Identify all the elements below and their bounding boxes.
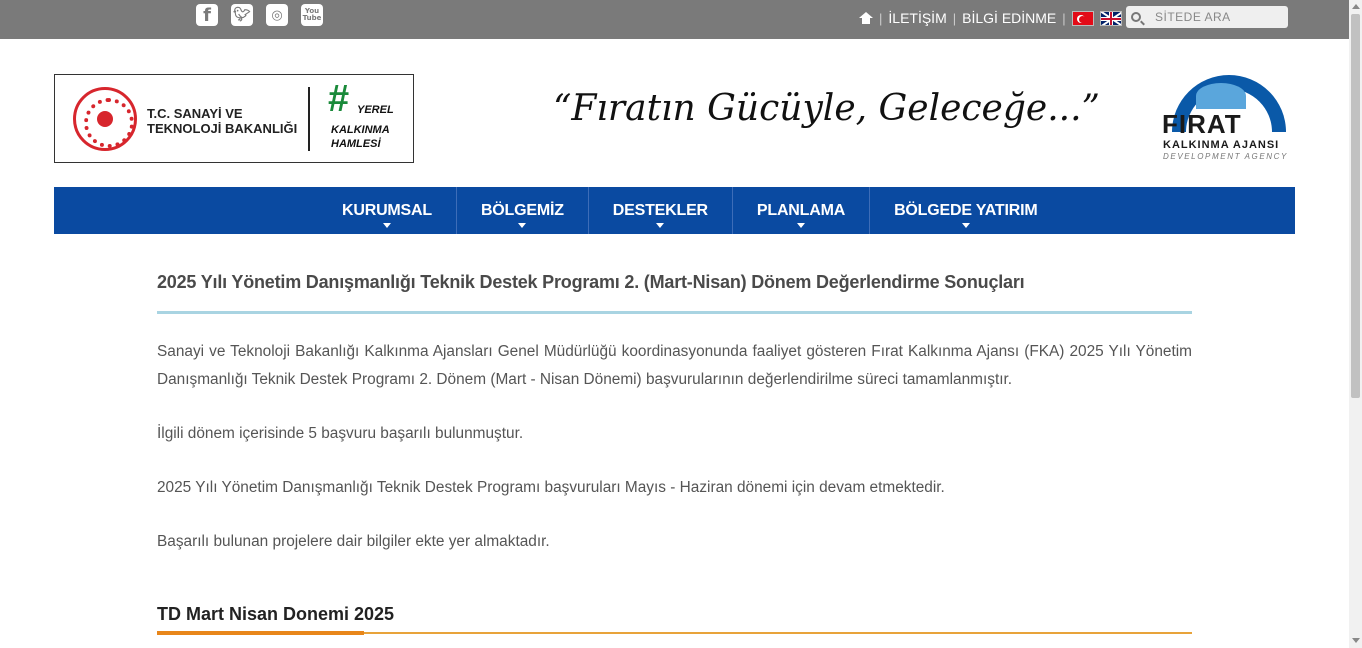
article-content: 2025 Yılı Yönetim Danışmanlığı Teknik De…: [157, 265, 1192, 635]
separator: |: [879, 10, 883, 26]
separator: |: [952, 10, 957, 26]
agency-name: FIRAT: [1162, 109, 1242, 139]
scroll-thumb[interactable]: [1351, 14, 1360, 398]
scroll-down-arrow-icon[interactable]: [1352, 638, 1360, 643]
chevron-down-icon: [961, 223, 970, 228]
facebook-icon[interactable]: f: [196, 4, 218, 26]
logo-divider: [308, 87, 310, 151]
chevron-down-icon: [796, 223, 805, 228]
page-title: 2025 Yılı Yönetim Danışmanlığı Teknik De…: [157, 272, 1025, 292]
nav-item-bolgemiz[interactable]: BÖLGEMİZ: [457, 187, 589, 234]
top-bar: f 🐦︎ ◎ You Tube | İLETİŞİM | BİLGİ EDİNME…: [0, 0, 1349, 39]
nav-item-planlama[interactable]: PLANLAMA: [733, 187, 871, 234]
campaign-name: YEREL KALKINMA HAMLESİ: [331, 104, 394, 150]
nav-item-bolgede-yatirim[interactable]: BÖLGEDE YATIRIM: [870, 187, 1061, 234]
article-paragraph: İlgili dönem içerisinde 5 başvuru başarı…: [157, 425, 524, 442]
article-paragraph: 2025 Yılı Yönetim Danışmanlığı Teknik De…: [157, 479, 945, 496]
youtube-icon[interactable]: You Tube: [301, 4, 323, 26]
site-search: [1126, 6, 1288, 28]
nav-item-destekler[interactable]: DESTEKLER: [589, 187, 733, 234]
contact-link[interactable]: İLETİŞİM: [888, 10, 946, 26]
turkish-flag-icon[interactable]: [1071, 10, 1094, 26]
top-links: | İLETİŞİM | BİLGİ EDİNME |: [859, 8, 1122, 28]
title-divider: [157, 311, 1192, 314]
home-icon[interactable]: [859, 12, 873, 24]
attachment-section-title: TD Mart Nisan Donemi 2025: [157, 604, 395, 624]
english-flag-icon[interactable]: [1099, 10, 1122, 26]
search-icon[interactable]: [1131, 12, 1141, 22]
social-links: f 🐦︎ ◎ You Tube: [196, 4, 323, 26]
scroll-up-arrow-icon[interactable]: [1352, 4, 1360, 9]
chevron-down-icon: [382, 223, 391, 228]
search-input[interactable]: [1155, 10, 1275, 24]
ministry-logo-box[interactable]: T.C. SANAYİ VE TEKNOLOJİ BAKANLIĞI # YER…: [54, 74, 414, 163]
agency-logo[interactable]: FIRAT KALKINMA AJANSI DEVELOPMENT AGENCY: [1162, 75, 1290, 165]
page-scrollbar[interactable]: [1349, 0, 1362, 648]
slogan: “Fıratın Gücüyle, Geleceğe...”: [553, 88, 1100, 129]
separator: |: [1062, 10, 1066, 26]
article-paragraph: Başarılı bulunan projelere dair bilgiler…: [157, 533, 550, 550]
ministry-name: T.C. SANAYİ VE TEKNOLOJİ BAKANLIĞI: [147, 106, 298, 136]
agency-subtitle-en: DEVELOPMENT AGENCY: [1163, 152, 1288, 161]
chevron-down-icon: [518, 223, 527, 228]
twitter-icon[interactable]: 🐦︎: [231, 4, 253, 26]
article-paragraph: Sanayi ve Teknoloji Bakanlığı Kalkınma A…: [157, 343, 1192, 388]
nav-item-kurumsal[interactable]: KURUMSAL: [318, 187, 457, 234]
instagram-icon[interactable]: ◎: [266, 4, 288, 26]
info-request-link[interactable]: BİLGİ EDİNME: [962, 10, 1056, 26]
chevron-down-icon: [656, 223, 665, 228]
main-nav: KURUMSAL BÖLGEMİZ DESTEKLER PLANLAMA BÖL…: [54, 187, 1295, 234]
agency-subtitle: KALKINMA AJANSI: [1163, 139, 1280, 151]
ministry-seal-icon: [73, 87, 137, 151]
section-divider-accent: [157, 631, 364, 635]
